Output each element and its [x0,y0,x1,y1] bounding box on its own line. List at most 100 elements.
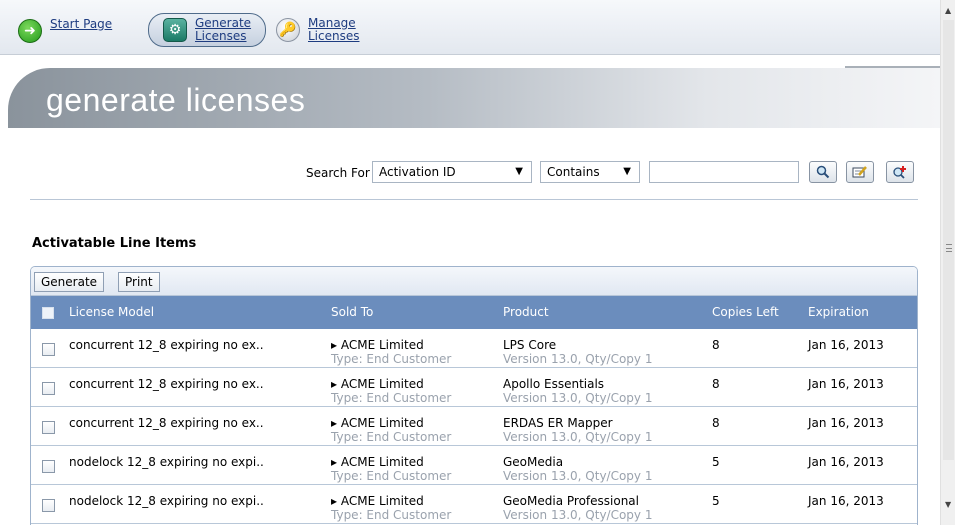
dropdown-arrow-icon: ▼ [515,166,523,177]
search-button[interactable] [809,161,837,183]
nav-tab-start-page[interactable]: ➜ Start Page [18,14,112,48]
page-title: generate licenses [46,82,306,118]
edit-icon [852,166,867,178]
cell-sold-to-type: Type: End Customer [331,508,452,522]
cell-sold-to[interactable]: ▸ ACME Limited [331,338,424,352]
generate-button[interactable]: Generate [34,272,105,292]
nav-tab-generate-label-2[interactable]: Licenses [195,30,251,43]
cell-copies-left: 8 [712,377,720,391]
scrollbar-grip-icon [946,244,952,252]
edit-button[interactable] [846,161,874,183]
sold-to-name: ACME Limited [340,494,424,508]
nav-tab-manage-label-2[interactable]: Licenses [308,30,360,43]
row-checkbox[interactable] [42,460,55,473]
cell-product: LPS Core [503,338,557,352]
cell-copies-left: 5 [712,455,720,469]
table-row[interactable]: concurrent 12_8 expiring no ex.. ▸ ACME … [31,368,917,407]
cell-sold-to[interactable]: ▸ ACME Limited [331,494,424,508]
search-label: Search For [306,166,370,180]
search-input[interactable] [649,161,799,183]
header-expiration[interactable]: Expiration [808,305,869,319]
arrow-right-icon: ➜ [18,19,42,43]
line-items-grid: Generate Print License Model Sold To Pro… [30,266,918,525]
table-row[interactable]: concurrent 12_8 expiring no ex.. ▸ ACME … [31,329,917,368]
cell-sold-to[interactable]: ▸ ACME Limited [331,455,424,469]
cell-sold-to-type: Type: End Customer [331,391,452,405]
section-title: Activatable Line Items [32,236,197,251]
nav-tab-start-page-label[interactable]: Start Page [50,17,112,31]
scrollbar-thumb[interactable] [943,20,954,460]
cell-license-model: nodelock 12_8 expiring no expi.. [69,494,264,508]
cell-product: ERDAS ER Mapper [503,416,613,430]
sold-to-name: ACME Limited [340,416,424,430]
key-icon: 🔑 [276,18,300,42]
cell-sold-to-type: Type: End Customer [331,469,452,483]
add-icon [893,166,906,179]
search-divider [30,199,918,200]
search-operator-value: Contains [547,165,600,179]
cell-product-version: Version 13.0, Qty/Copy 1 [503,352,653,366]
header-license-model[interactable]: License Model [69,305,154,319]
cell-sold-to[interactable]: ▸ ACME Limited [331,416,424,430]
cell-expiration: Jan 16, 2013 [808,494,884,508]
table-row[interactable]: concurrent 12_8 expiring no ex.. ▸ ACME … [31,407,917,446]
cell-copies-left: 8 [712,338,720,352]
row-checkbox[interactable] [42,343,55,356]
cell-sold-to[interactable]: ▸ ACME Limited [331,377,424,391]
cell-product: GeoMedia Professional [503,494,639,508]
cell-license-model: concurrent 12_8 expiring no ex.. [69,416,264,430]
nav-tab-generate-licenses[interactable]: ⚙ Generate Licenses [148,13,266,47]
print-button[interactable]: Print [118,272,160,292]
cell-expiration: Jan 16, 2013 [808,338,884,352]
sold-to-name: ACME Limited [340,455,424,469]
select-all-checkbox[interactable] [42,307,54,319]
vertical-scrollbar[interactable]: ▲ ▼ [940,0,955,525]
gear-icon: ⚙ [163,18,187,42]
search-bar: Search For Activation ID ▼ Contains ▼ [0,160,940,186]
cell-license-model: nodelock 12_8 expiring no expi.. [69,455,264,469]
cell-expiration: Jan 16, 2013 [808,455,884,469]
sold-to-name: ACME Limited [340,377,424,391]
sold-to-name: ACME Limited [340,338,424,352]
top-nav: ➜ Start Page ⚙ Generate Licenses 🔑 Manag… [0,0,940,55]
header-product[interactable]: Product [503,305,549,319]
page-banner: generate licenses [8,68,940,128]
cell-copies-left: 8 [712,416,720,430]
table-row[interactable]: nodelock 12_8 expiring no expi.. ▸ ACME … [31,485,917,524]
search-field-select[interactable]: Activation ID ▼ [372,161,532,183]
expand-arrow-icon: ▸ [331,377,341,391]
cell-expiration: Jan 16, 2013 [808,416,884,430]
row-checkbox[interactable] [42,499,55,512]
cell-copies-left: 5 [712,494,720,508]
expand-arrow-icon: ▸ [331,455,341,469]
cell-license-model: concurrent 12_8 expiring no ex.. [69,338,264,352]
cell-sold-to-type: Type: End Customer [331,430,452,444]
table-row[interactable]: nodelock 12_8 expiring no expi.. ▸ ACME … [31,446,917,485]
expand-arrow-icon: ▸ [331,338,341,352]
grid-toolbar: Generate Print [31,267,917,296]
cell-product: GeoMedia [503,455,564,469]
search-field-value: Activation ID [379,165,456,179]
search-operator-select[interactable]: Contains ▼ [540,161,640,183]
add-button[interactable] [886,161,914,183]
cell-license-model: concurrent 12_8 expiring no ex.. [69,377,264,391]
scroll-down-arrow-icon[interactable]: ▼ [945,500,951,509]
dropdown-arrow-icon: ▼ [623,166,631,177]
cell-product-version: Version 13.0, Qty/Copy 1 [503,391,653,405]
expand-arrow-icon: ▸ [331,494,341,508]
cell-sold-to-type: Type: End Customer [331,352,452,366]
cell-product-version: Version 13.0, Qty/Copy 1 [503,469,653,483]
cell-product-version: Version 13.0, Qty/Copy 1 [503,430,653,444]
cell-product-version: Version 13.0, Qty/Copy 1 [503,508,653,522]
nav-tab-manage-licenses[interactable]: 🔑 Manage Licenses [276,13,360,47]
row-checkbox[interactable] [42,421,55,434]
row-checkbox[interactable] [42,382,55,395]
search-icon [816,165,830,179]
cell-product: Apollo Essentials [503,377,605,391]
expand-arrow-icon: ▸ [331,416,341,430]
cell-expiration: Jan 16, 2013 [808,377,884,391]
grid-header: License Model Sold To Product Copies Lef… [31,296,917,329]
header-copies-left[interactable]: Copies Left [712,305,779,319]
scroll-up-arrow-icon[interactable]: ▲ [945,6,951,15]
header-sold-to[interactable]: Sold To [331,305,373,319]
